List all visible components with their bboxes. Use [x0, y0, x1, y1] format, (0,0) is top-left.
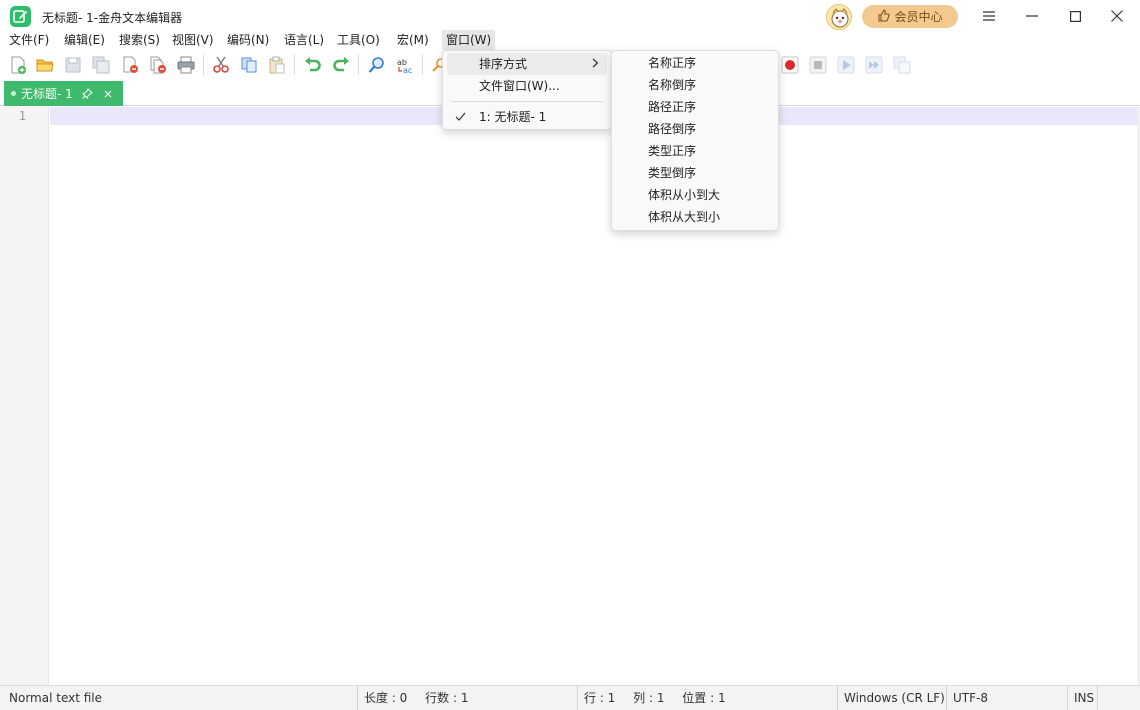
status-line-count: 行数 : 1: [425, 691, 469, 705]
title-bar: 无标题- 1-金舟文本编辑器 会员中心: [0, 0, 1140, 32]
status-length: 长度 : 0: [364, 691, 408, 705]
status-pos: 位置 : 1: [682, 691, 726, 705]
open-folder-icon[interactable]: [34, 54, 56, 76]
sort-size-asc-label: 体积从小到大: [648, 188, 721, 202]
record-macro-icon[interactable]: [779, 54, 801, 76]
sort-name-desc-label: 名称倒序: [648, 78, 697, 92]
status-row: 行 : 1: [584, 691, 616, 705]
save-icon[interactable]: [62, 54, 84, 76]
save-macro-icon[interactable]: [891, 54, 913, 76]
checkmark-icon: [455, 107, 466, 129]
menu-encoding[interactable]: 编码(N): [223, 30, 273, 50]
close-all-icon[interactable]: [147, 54, 169, 76]
menu-window[interactable]: 窗口(W): [442, 30, 496, 50]
menu-item-file-window[interactable]: 文件窗口(W)...: [447, 75, 607, 97]
tab-label: 无标题- 1: [21, 87, 73, 101]
sort-path-desc[interactable]: 路径倒序: [616, 118, 774, 140]
line-number: 1: [18, 109, 26, 123]
replace-icon[interactable]: ab ac: [394, 54, 416, 76]
toolbar-separator: [422, 55, 423, 75]
close-file-icon[interactable]: [119, 54, 141, 76]
menu-icon[interactable]: [974, 4, 1004, 28]
svg-text:ac: ac: [403, 66, 412, 74]
thumb-icon: [877, 8, 890, 25]
tab-untitled-1[interactable]: 无标题- 1: [4, 81, 123, 106]
editor-text-area[interactable]: [50, 125, 1137, 685]
copy-icon[interactable]: [238, 54, 260, 76]
menu-item-open-document[interactable]: 1: 无标题- 1: [447, 106, 607, 128]
redo-icon[interactable]: [330, 54, 352, 76]
menu-item-open-document-label: 1: 无标题- 1: [479, 110, 547, 124]
status-doc-stats: 长度 : 0 行数 : 1: [358, 686, 578, 710]
window-menu-dropdown: 排序方式 文件窗口(W)... 1: 无标题- 1: [442, 50, 612, 130]
run-macro-multiple-icon[interactable]: [863, 54, 885, 76]
vip-center-button[interactable]: 会员中心: [862, 5, 958, 28]
status-eol[interactable]: Windows (CR LF): [838, 686, 947, 710]
sort-size-desc-label: 体积从大到小: [648, 210, 721, 224]
menu-edit[interactable]: 编辑(E): [60, 30, 109, 50]
menu-separator: [451, 101, 603, 102]
menu-bar: 文件(F) 编辑(E) 搜索(S) 视图(V) 编码(N) 语言(L) 工具(O…: [0, 30, 1140, 50]
sort-submenu: 名称正序 名称倒序 路径正序 路径倒序 类型正序 类型倒序 体积从小到大 体积从…: [611, 50, 779, 231]
sort-name-desc[interactable]: 名称倒序: [616, 74, 774, 96]
sort-path-asc[interactable]: 路径正序: [616, 96, 774, 118]
toolbar-separator: [203, 55, 204, 75]
vip-center-label: 会员中心: [894, 10, 943, 24]
maximize-icon[interactable]: [1060, 4, 1090, 28]
minimize-icon[interactable]: [1017, 4, 1047, 28]
tab-status-dot: [11, 91, 16, 96]
close-icon[interactable]: [1102, 4, 1132, 28]
save-all-icon[interactable]: [90, 54, 112, 76]
undo-icon[interactable]: [302, 54, 324, 76]
pin-icon[interactable]: [81, 88, 93, 99]
sort-size-desc[interactable]: 体积从大到小: [616, 206, 774, 228]
menu-language[interactable]: 语言(L): [280, 30, 328, 50]
status-insert-mode[interactable]: INS: [1068, 686, 1098, 710]
sort-type-asc[interactable]: 类型正序: [616, 140, 774, 162]
sort-name-asc-label: 名称正序: [648, 56, 697, 70]
submenu-arrow-icon: [592, 53, 599, 75]
cut-icon[interactable]: [210, 54, 232, 76]
print-icon[interactable]: [175, 54, 197, 76]
app-logo-icon: [10, 6, 31, 27]
new-file-icon[interactable]: [7, 54, 29, 76]
menu-tools[interactable]: 工具(O): [333, 30, 384, 50]
toolbar-separator: [294, 55, 295, 75]
play-macro-icon[interactable]: [835, 54, 857, 76]
sort-name-asc[interactable]: 名称正序: [616, 52, 774, 74]
sort-size-asc[interactable]: 体积从小到大: [616, 184, 774, 206]
line-number-gutter: 1: [0, 107, 49, 685]
menu-view[interactable]: 视图(V): [168, 30, 218, 50]
status-encoding[interactable]: UTF-8: [947, 686, 1068, 710]
menu-item-file-window-label: 文件窗口(W)...: [479, 79, 560, 93]
toolbar-separator: [358, 55, 359, 75]
status-bar: Normal text file 长度 : 0 行数 : 1 行 : 1 列 :…: [0, 685, 1140, 710]
find-icon[interactable]: [366, 54, 388, 76]
menu-file[interactable]: 文件(F): [5, 30, 53, 50]
window-title: 无标题- 1-金舟文本编辑器: [42, 11, 183, 25]
menu-macro[interactable]: 宏(M): [393, 30, 433, 50]
sort-type-desc-label: 类型倒序: [648, 166, 697, 180]
tab-close-icon[interactable]: [104, 90, 112, 98]
status-file-type: Normal text file: [3, 686, 358, 710]
stop-macro-icon[interactable]: [807, 54, 829, 76]
sort-type-desc[interactable]: 类型倒序: [616, 162, 774, 184]
sort-path-asc-label: 路径正序: [648, 100, 697, 114]
menu-item-sort[interactable]: 排序方式: [447, 53, 607, 75]
paste-icon[interactable]: [266, 54, 288, 76]
menu-search[interactable]: 搜索(S): [115, 30, 164, 50]
sort-path-desc-label: 路径倒序: [648, 122, 697, 136]
sort-type-asc-label: 类型正序: [648, 144, 697, 158]
menu-item-sort-label: 排序方式: [479, 57, 528, 71]
status-col: 列 : 1: [633, 691, 665, 705]
user-avatar[interactable]: [826, 4, 852, 30]
status-cursor-position: 行 : 1 列 : 1 位置 : 1: [578, 686, 838, 710]
